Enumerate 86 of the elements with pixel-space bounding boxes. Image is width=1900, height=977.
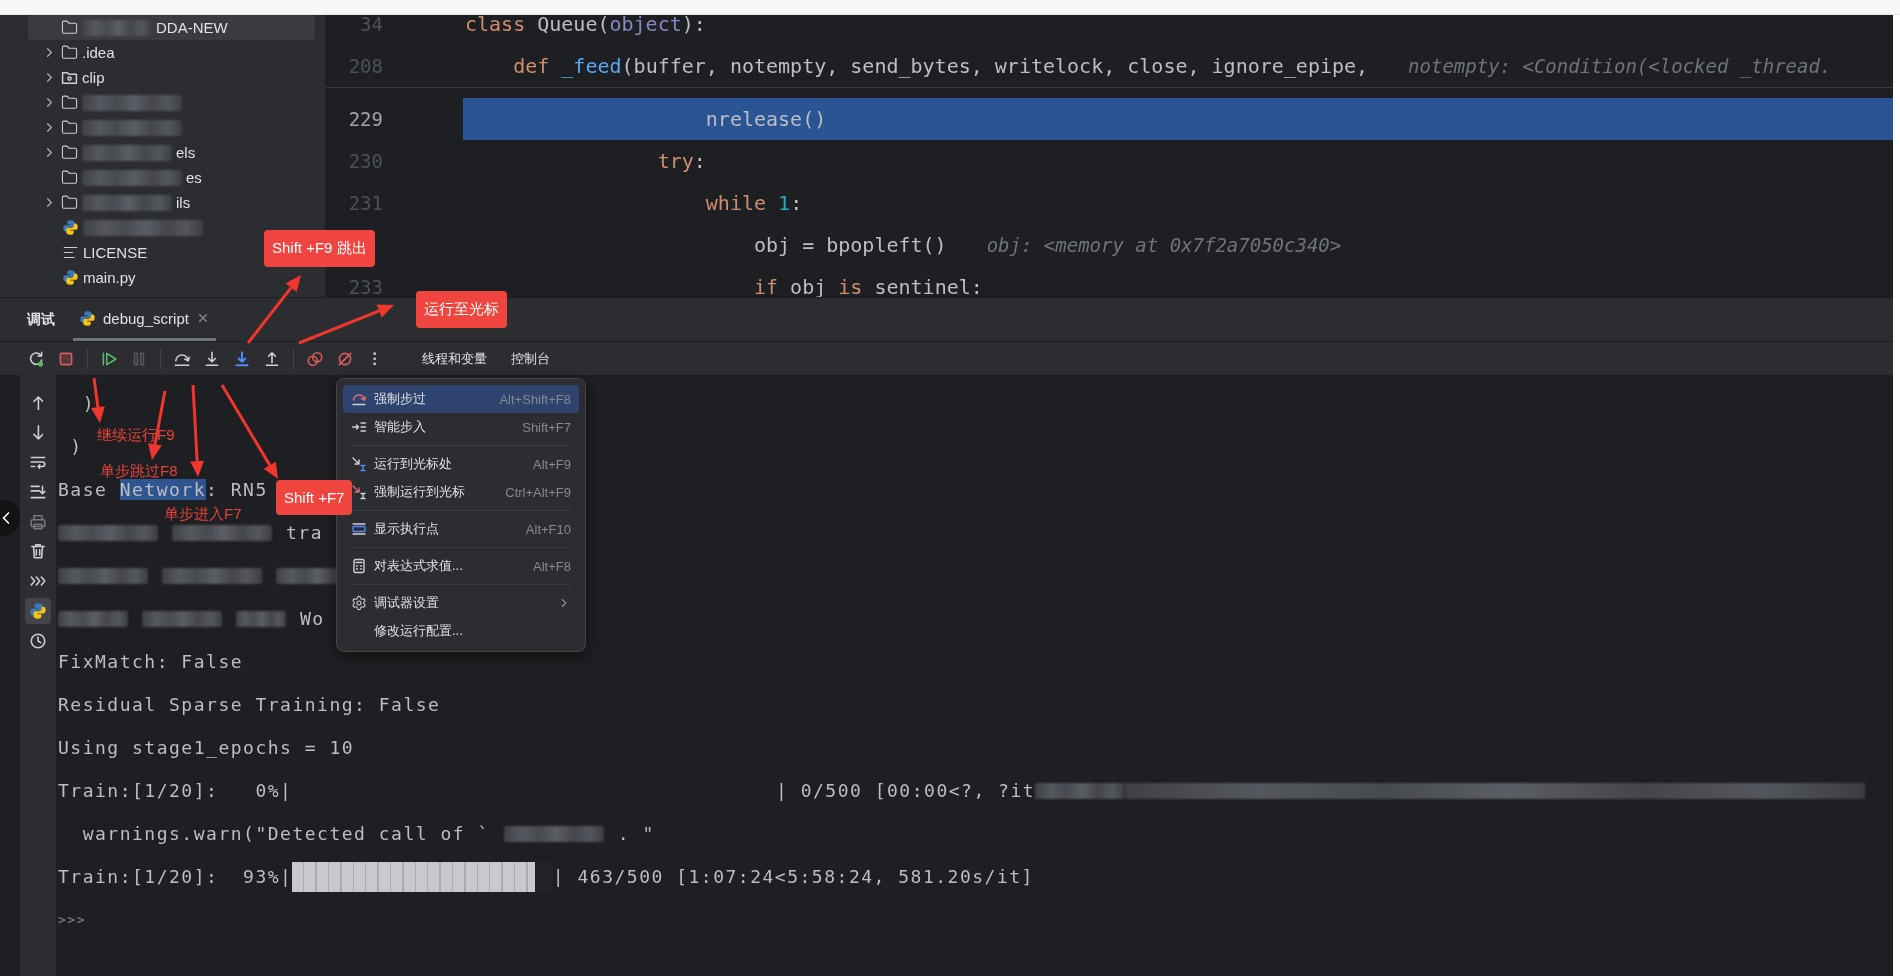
code-text: def _feed(buffer, notempty, send_bytes, writelock, close, ignore_epipe, — [512, 54, 1369, 78]
more-icon — [373, 351, 377, 366]
blurred-text — [82, 19, 152, 36]
menu-item[interactable]: 调试器设置 — [343, 589, 579, 617]
tree-item[interactable]: LICENSE — [83, 244, 148, 261]
step-out-icon — [263, 349, 281, 368]
menu-item[interactable]: 修改运行配置... — [343, 617, 579, 645]
tree-item[interactable]: es — [186, 169, 202, 186]
tab[interactable]: 控制台 — [511, 349, 550, 368]
console-text: Train:[1/20]: 93%| — [58, 866, 293, 887]
folder-icon — [61, 44, 78, 61]
tree-row-highlight[interactable]: DDA-NEW — [28, 15, 315, 40]
callout-label: Shift +F9 跳出 — [264, 230, 375, 267]
callout-label: 运行至光标 — [416, 291, 507, 328]
code-text: class Queue(object): — [465, 15, 706, 36]
run-to-cursor-icon — [351, 484, 367, 500]
python-icon — [62, 219, 79, 236]
tab[interactable]: 线程和变量 — [422, 349, 487, 368]
folder-icon — [61, 94, 78, 111]
tree-item[interactable]: ils — [176, 194, 191, 211]
folder-icon — [61, 119, 78, 136]
blurred-text — [236, 610, 286, 627]
run-to-cursor-icon — [351, 456, 367, 472]
line-number: 229 — [348, 108, 383, 130]
inline-hint: obj: <memory at 0x7f2a7050c340> — [986, 234, 1342, 256]
arrow — [90, 377, 105, 423]
annotation-text: 单步跳过F8 — [100, 462, 178, 479]
menu-item[interactable]: 显示执行点 Alt+F10 — [343, 515, 579, 543]
settings-icon — [351, 595, 367, 611]
console-text: Using stage1_epochs = 10 — [58, 737, 355, 758]
step-over-icon — [351, 391, 367, 407]
blurred-text — [58, 610, 128, 627]
folder-icon — [61, 19, 78, 36]
python-button[interactable] — [25, 597, 51, 624]
menu-item[interactable]: 对表达式求值... Alt+F8 — [343, 552, 579, 580]
tree-item[interactable]: .idea — [82, 44, 115, 61]
execution-point-icon — [351, 521, 367, 537]
console-text: FixMatch: False — [58, 651, 244, 672]
panel-title: 调试 — [27, 310, 55, 329]
folder-icon — [61, 194, 78, 211]
code-text: nrelease() — [704, 107, 827, 131]
tree-item[interactable]: clip — [82, 69, 105, 86]
code-text: obj = bpopleft() — [753, 233, 947, 257]
console-text: | 463/500 [1:07:24<5:58:24, 581.20s/it] — [552, 866, 1034, 887]
console-text: Wo — [300, 608, 325, 629]
console-text: tra — [286, 522, 323, 543]
console-prompt: >>> — [58, 912, 86, 927]
console-text: warnings.warn("Detected call of ` — [81, 823, 490, 844]
console-text: : RN5 — [206, 479, 268, 500]
python-icon — [79, 309, 96, 327]
code-text: while 1: — [704, 191, 803, 215]
tree-item[interactable]: els — [176, 144, 196, 161]
callout-label: Shift +F7 — [276, 480, 353, 515]
package-folder-icon — [61, 69, 78, 86]
trash-icon — [29, 542, 47, 561]
menu-item[interactable]: 智能步入 Shift+F7 — [343, 413, 579, 441]
step-into-icon — [203, 349, 221, 368]
inline-hint: notempty: <Condition(<locked _thread. — [1408, 55, 1832, 77]
console-text: Train:[1/20]: 0%| — [58, 780, 293, 801]
folder-icon — [61, 169, 78, 186]
clock-icon — [29, 631, 47, 650]
console-text: . " — [617, 823, 655, 844]
console-text: Residual Sparse Training: False — [58, 694, 441, 715]
python-icon — [29, 601, 47, 620]
step-into-icon — [233, 349, 251, 368]
folder-icon — [61, 144, 78, 161]
console-text: ) — [81, 393, 95, 414]
annotation-text: 单步进入F7 — [164, 505, 242, 522]
console-text: Base — [58, 479, 109, 500]
console-text: ) — [69, 436, 83, 457]
text-file-icon — [62, 244, 79, 261]
calculator-icon — [351, 558, 367, 574]
arrow-down-icon — [32, 425, 44, 441]
arrow-up-icon — [32, 395, 44, 411]
console-text: | 0/500 [00:00<?, ?it — [776, 780, 1036, 801]
menu-item[interactable]: 强制步过 Alt+Shift+F8 — [343, 385, 579, 413]
tree-item[interactable]: main.py — [83, 269, 136, 286]
tree-item[interactable]: DDA-NEW — [156, 19, 228, 36]
menu-item[interactable]: 运行到光标处 Alt+F9 — [343, 450, 579, 478]
step-into-lines-icon — [351, 419, 367, 435]
python-icon — [62, 269, 79, 286]
breakpoints-icon — [306, 349, 324, 368]
selected-text: Network — [119, 479, 207, 500]
printer-icon — [29, 512, 47, 531]
rerun-icon — [27, 349, 45, 368]
code-text: try: — [656, 149, 706, 173]
